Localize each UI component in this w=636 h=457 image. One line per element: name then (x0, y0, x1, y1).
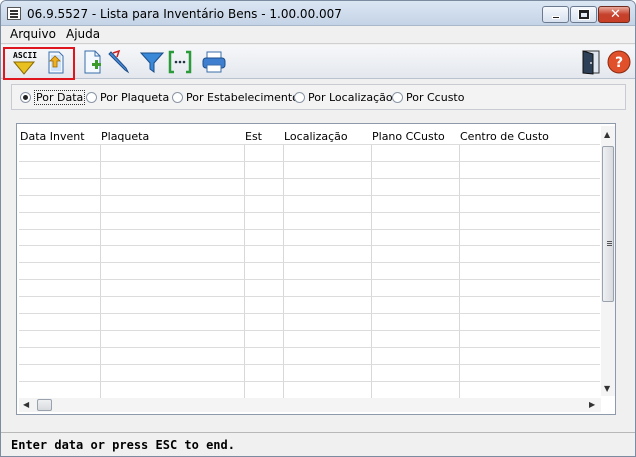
column-divider (283, 144, 284, 398)
scroll-up-icon[interactable]: ▲ (604, 130, 610, 139)
minimize-icon (552, 16, 560, 19)
table-row[interactable] (19, 194, 600, 196)
grip-icon (607, 241, 612, 242)
radio-unselected-icon (294, 92, 305, 103)
radio-label: Por Ccusto (406, 91, 465, 104)
edit-icon (108, 49, 130, 74)
radio-por-plaqueta[interactable]: Por Plaqueta (86, 91, 169, 104)
menu-ajuda[interactable]: Ajuda (66, 27, 100, 41)
sort-options-group: Por Data Por Plaqueta Por Estabeleciment… (11, 84, 626, 110)
radio-unselected-icon (392, 92, 403, 103)
new-document-button[interactable] (79, 49, 105, 75)
column-header-centro-de-custo[interactable]: Centro de Custo (460, 130, 549, 143)
help-button[interactable]: ? (606, 49, 632, 75)
window-title: 06.9.5527 - Lista para Inventário Bens -… (27, 7, 342, 21)
table-row[interactable] (19, 380, 600, 382)
table-row[interactable] (19, 177, 600, 179)
table-row[interactable] (19, 363, 600, 365)
radio-unselected-icon (86, 92, 97, 103)
table-row[interactable] (19, 296, 600, 298)
close-button[interactable]: ✕ (598, 6, 630, 23)
column-divider (244, 144, 245, 398)
highlight-box (3, 47, 75, 80)
column-divider (100, 144, 101, 398)
maximize-icon (578, 9, 590, 20)
table-row[interactable] (19, 144, 600, 145)
menu-bar: Arquivo Ajuda (1, 26, 635, 44)
table-row[interactable] (19, 313, 600, 314)
scroll-right-icon[interactable]: ▶ (589, 400, 595, 409)
select-range-button[interactable] (167, 49, 193, 75)
table-row[interactable] (19, 228, 600, 230)
scroll-down-icon[interactable]: ▼ (604, 384, 610, 393)
new-document-icon (84, 50, 101, 74)
column-header-est[interactable]: Est (245, 130, 262, 143)
column-divider (371, 144, 372, 398)
radio-selected-icon (20, 92, 31, 103)
vertical-scroll-thumb[interactable] (602, 146, 614, 302)
table-row[interactable] (19, 245, 600, 247)
title-bar[interactable]: 06.9.5527 - Lista para Inventário Bens -… (1, 1, 635, 26)
svg-text:?: ? (615, 55, 623, 71)
column-header-plano-ccusto[interactable]: Plano CCusto (372, 130, 445, 143)
inventory-grid[interactable]: Data Invent Plaqueta Est Localização Pla… (16, 123, 616, 415)
horizontal-scrollbar[interactable]: ◀ ▶ (19, 398, 601, 412)
minimize-button[interactable] (542, 6, 569, 23)
exit-button[interactable] (578, 49, 604, 75)
radio-por-data[interactable]: Por Data (20, 90, 86, 105)
radio-por-localizacao[interactable]: Por Localização (294, 91, 393, 104)
close-icon: ✕ (610, 7, 621, 22)
table-row[interactable] (19, 329, 600, 331)
column-header-data-invent[interactable]: Data Invent (20, 130, 85, 143)
table-row[interactable] (19, 279, 600, 281)
select-range-icon (168, 50, 192, 74)
filter-button[interactable] (139, 49, 165, 75)
table-row[interactable] (19, 262, 600, 264)
status-text: Enter data or press ESC to end. (11, 438, 235, 452)
radio-label: Por Estabelecimento (186, 91, 299, 104)
print-icon (202, 51, 226, 73)
column-divider (459, 144, 460, 398)
main-window: 06.9.5527 - Lista para Inventário Bens -… (0, 0, 636, 457)
radio-label: Por Plaqueta (100, 91, 170, 104)
help-icon: ? (607, 50, 631, 74)
menu-arquivo[interactable]: Arquivo (10, 27, 56, 41)
radio-label: Por Data (34, 90, 86, 105)
filter-icon (139, 52, 165, 73)
table-row[interactable] (19, 211, 600, 213)
toolbar: ASCII ? (1, 45, 635, 79)
status-bar: Enter data or press ESC to end. (1, 432, 635, 456)
app-icon (7, 7, 21, 20)
horizontal-scroll-thumb[interactable] (37, 399, 52, 411)
vertical-scrollbar[interactable]: ▲ ▼ (601, 126, 615, 396)
table-row[interactable] (19, 160, 600, 162)
radio-unselected-icon (172, 92, 183, 103)
radio-label: Por Localização (308, 91, 393, 104)
edit-button[interactable] (105, 49, 131, 75)
table-row[interactable] (19, 346, 600, 348)
exit-door-icon (582, 50, 600, 75)
radio-por-estabelecimento[interactable]: Por Estabelecimento (172, 91, 299, 104)
column-header-localizacao[interactable]: Localização (284, 130, 348, 143)
print-button[interactable] (201, 49, 227, 75)
radio-por-ccusto[interactable]: Por Ccusto (392, 91, 464, 104)
column-header-plaqueta[interactable]: Plaqueta (101, 130, 149, 143)
maximize-button[interactable] (570, 6, 597, 23)
scroll-left-icon[interactable]: ◀ (23, 400, 29, 409)
